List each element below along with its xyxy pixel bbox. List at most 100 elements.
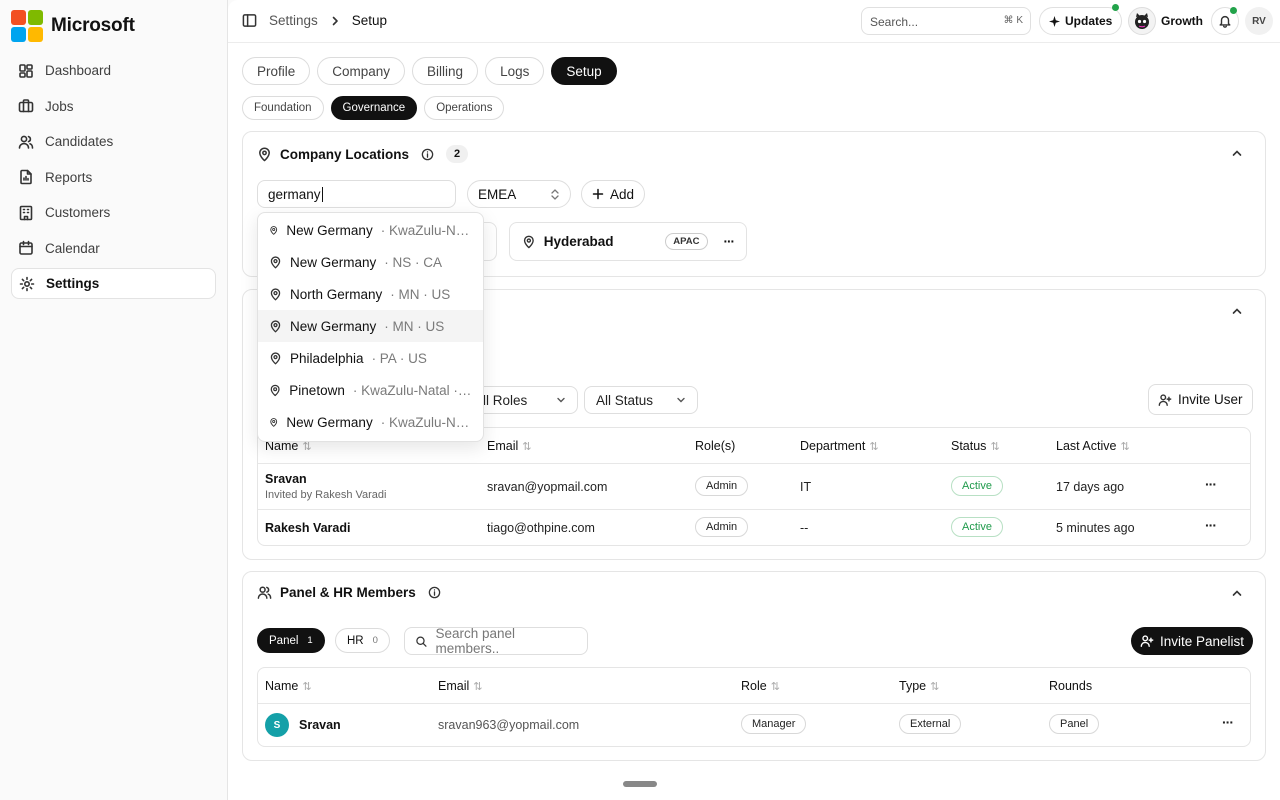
sidebar-item-reports[interactable]: Reports xyxy=(11,162,216,193)
plus-icon xyxy=(592,188,604,200)
row-more-button[interactable]: ··· xyxy=(1205,476,1217,492)
subtab-operations[interactable]: Operations xyxy=(424,96,505,120)
sidebar-item-dashboard[interactable]: Dashboard xyxy=(11,55,216,86)
location-suggestion[interactable]: Pinetown · KwaZulu-Natal · ZA xyxy=(258,374,483,406)
toggle-panel-count: 1 xyxy=(307,635,313,646)
user-email: tiago@othpine.com xyxy=(487,521,595,535)
row-divider xyxy=(258,463,1250,464)
location-chip: Hyderabad APAC ··· xyxy=(509,222,747,261)
user-avatar[interactable]: RV xyxy=(1245,7,1273,35)
suggestion-name: Philadelphia xyxy=(290,350,364,366)
role-badge: Admin xyxy=(695,517,749,537)
sidebar-item-settings[interactable]: Settings xyxy=(11,268,216,299)
location-suggestion[interactable]: New Germany · NS · CA xyxy=(258,246,483,278)
toggle-panel-label: Panel xyxy=(269,634,299,647)
user-note: Invited by Rakesh Varadi xyxy=(265,489,387,501)
sort-icon: ⇅ xyxy=(302,680,312,693)
location-search-input[interactable]: germany xyxy=(257,180,456,208)
toggle-panel[interactable]: Panel 1 xyxy=(257,628,325,653)
region-select-value: EMEA xyxy=(478,187,517,202)
subtab-governance[interactable]: Governance xyxy=(330,96,418,120)
col-department[interactable]: Department ⇅ xyxy=(800,439,879,453)
col-email[interactable]: Email ⇅ xyxy=(438,679,482,693)
sidebar-toggle-icon[interactable] xyxy=(242,13,257,28)
info-icon[interactable] xyxy=(428,586,441,599)
col-name-label: Name xyxy=(265,679,299,693)
company-locations-title: Company Locations xyxy=(280,146,410,162)
gear-icon xyxy=(19,276,35,291)
breadcrumb-settings[interactable]: Settings xyxy=(269,13,318,28)
invite-user-label: Invite User xyxy=(1178,392,1243,407)
sidebar-item-calendar[interactable]: Calendar xyxy=(11,233,216,264)
col-type[interactable]: Type ⇅ xyxy=(899,679,939,693)
sidebar-item-candidates[interactable]: Candidates xyxy=(11,126,216,157)
col-email[interactable]: Email ⇅ xyxy=(487,439,531,453)
chevron-right-icon xyxy=(332,16,338,25)
map-pin-icon xyxy=(270,417,278,427)
user-last-active: 17 days ago xyxy=(1056,480,1125,494)
panel-search-input[interactable]: Search panel members.. xyxy=(404,626,588,656)
user-name: Sravan xyxy=(265,472,307,486)
tab-company[interactable]: Company xyxy=(317,57,406,85)
col-roles-label: Role(s) xyxy=(695,439,736,453)
location-more-button[interactable]: ··· xyxy=(724,234,735,249)
updates-label: Updates xyxy=(1065,14,1113,28)
invite-user-button[interactable]: Invite User xyxy=(1148,384,1253,415)
add-location-button[interactable]: Add xyxy=(581,180,646,208)
updates-button[interactable]: Updates xyxy=(1039,7,1123,35)
chevron-up-icon[interactable] xyxy=(1231,305,1243,317)
col-name[interactable]: Name ⇅ xyxy=(265,679,312,693)
chevron-up-icon[interactable] xyxy=(1231,147,1243,159)
sidebar-item-label: Jobs xyxy=(45,98,74,114)
updates-indicator xyxy=(1112,4,1119,11)
col-last-active[interactable]: Last Active ⇅ xyxy=(1056,439,1130,453)
map-pin-icon xyxy=(270,225,278,235)
tab-logs[interactable]: Logs xyxy=(485,57,545,85)
sidebar-item-jobs[interactable]: Jobs xyxy=(11,91,216,122)
map-pin-icon xyxy=(270,255,281,268)
col-roles: Role(s) xyxy=(695,439,735,453)
region-select[interactable]: EMEA xyxy=(467,180,571,208)
toggle-hr[interactable]: HR 0 xyxy=(335,628,390,653)
workspace-switcher[interactable]: Growth xyxy=(1128,7,1203,35)
sort-icon: ⇅ xyxy=(1120,440,1130,453)
col-role[interactable]: Role ⇅ xyxy=(741,679,780,693)
row-divider xyxy=(258,509,1250,510)
status-filter-value: All Status xyxy=(596,392,654,408)
tab-profile[interactable]: Profile xyxy=(242,57,311,85)
bell-icon xyxy=(1219,15,1231,28)
location-suggestion[interactable]: North Germany · MN · US xyxy=(258,278,483,310)
suggestion-detail: · KwaZulu-Natal · ZA xyxy=(380,414,472,430)
location-suggestion[interactable]: New Germany · KwaZulu-Natal · ZA xyxy=(258,214,483,246)
tab-setup[interactable]: Setup xyxy=(551,57,617,85)
sidebar: Microsoft Dashboard Jobs Candidates Repo… xyxy=(0,0,228,800)
status-filter[interactable]: All Status xyxy=(584,386,698,414)
sidebar-nav: Dashboard Jobs Candidates Reports Custom… xyxy=(11,55,216,304)
octocat-icon xyxy=(1135,13,1149,29)
role-badge: Admin xyxy=(695,476,749,496)
invite-panelist-label: Invite Panelist xyxy=(1160,633,1245,649)
scroll-handle[interactable] xyxy=(623,781,657,787)
sidebar-item-label: Dashboard xyxy=(45,63,112,78)
suggestion-detail: · NS · CA xyxy=(384,254,443,270)
info-icon[interactable] xyxy=(421,148,434,161)
tab-billing[interactable]: Billing xyxy=(412,57,479,85)
suggestion-name: New Germany xyxy=(286,222,373,238)
row-more-button[interactable]: ··· xyxy=(1205,517,1217,533)
location-suggestion[interactable]: New Germany · KwaZulu-Natal · ZA xyxy=(258,406,483,438)
row-more-button[interactable]: ··· xyxy=(1222,714,1234,730)
setup-subtabs: Foundation Governance Operations xyxy=(242,96,505,120)
location-suggestion[interactable]: Philadelphia · PA · US xyxy=(258,342,483,374)
brand[interactable]: Microsoft xyxy=(11,10,135,42)
sidebar-item-customers[interactable]: Customers xyxy=(11,197,216,228)
user-department: -- xyxy=(800,521,809,535)
roles-filter[interactable]: ll Roles xyxy=(471,386,578,414)
global-search-input[interactable]: Search... ⌘ K xyxy=(861,7,1031,35)
col-rounds-label: Rounds xyxy=(1049,679,1093,693)
location-suggestion-highlighted[interactable]: New Germany · MN · US xyxy=(258,310,483,342)
col-status[interactable]: Status ⇅ xyxy=(951,439,1000,453)
col-email-label: Email xyxy=(487,439,519,453)
chevron-up-icon[interactable] xyxy=(1231,587,1243,599)
subtab-foundation[interactable]: Foundation xyxy=(242,96,324,120)
invite-panelist-button[interactable]: Invite Panelist xyxy=(1131,627,1254,655)
